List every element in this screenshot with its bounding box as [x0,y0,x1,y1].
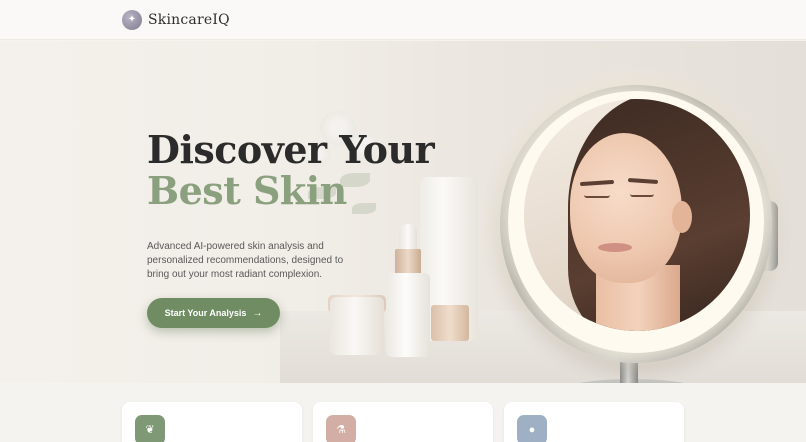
cream-jar [330,297,384,355]
site-header: ✦ SkincareIQ [0,0,806,40]
drop-icon: ● [517,415,547,442]
brand-name: SkincareIQ [148,12,230,28]
feature-card-1[interactable]: ❦ [122,402,302,442]
hero-description: Advanced AI-powered skin analysis and pe… [147,241,344,280]
serum-dropper [399,224,417,251]
feature-card-3[interactable]: ● [504,402,684,442]
hero-title-line2: Best Skin [147,168,347,213]
cta-label: Start Your Analysis [164,308,247,318]
portrait-lips [598,243,632,252]
mirror-reflection [524,99,750,331]
serum-neck [395,249,421,275]
portrait-face [570,133,682,283]
arrow-right-icon: → [252,307,263,319]
tube-cap [431,305,469,341]
brand-logo[interactable]: ✦ SkincareIQ [122,10,230,30]
sparkle-icon: ✦ [122,10,142,30]
start-analysis-button[interactable]: Start Your Analysis → [147,298,280,328]
features-section: ❦ ⚗ ● [0,383,806,442]
serum-bottle [386,273,430,357]
hero-title-line1: Discover Your [147,127,435,172]
hero-section: Discover Your Best Skin Advanced AI-powe… [0,41,806,383]
feature-card-2[interactable]: ⚗ [313,402,493,442]
hero-title: Discover Your Best Skin [147,127,435,213]
microscope-icon: ⚗ [326,415,356,442]
portrait-ear [672,201,692,233]
leaf-icon: ❦ [135,415,165,442]
